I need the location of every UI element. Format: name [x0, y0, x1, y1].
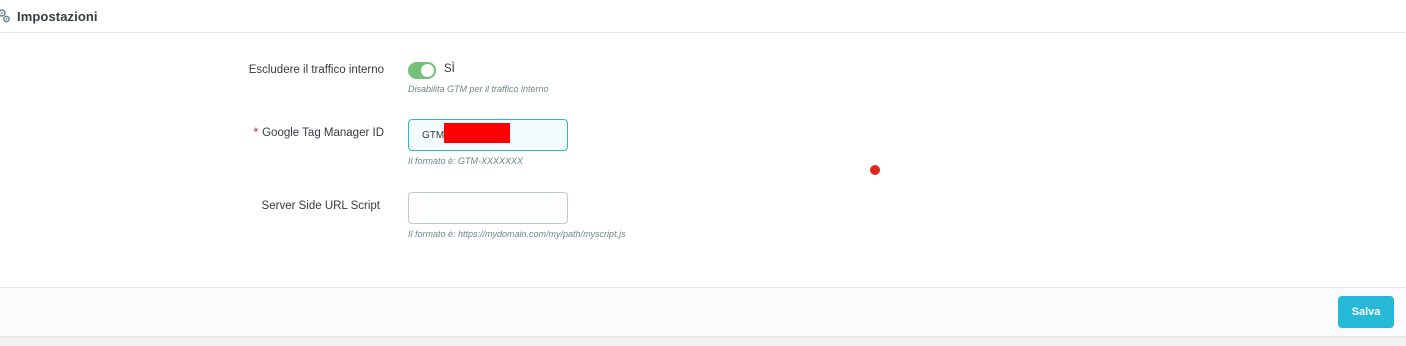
settings-panel: Impostazioni Escludere il traffico inter…: [0, 0, 1406, 336]
gtm-id-label-text: Google Tag Manager ID: [262, 127, 384, 139]
required-star: *: [253, 127, 259, 139]
exclude-internal-toggle-group: SÌ: [408, 62, 455, 84]
toggle-knob: [421, 64, 434, 77]
server-side-url-control: [408, 192, 568, 224]
exclude-internal-help: Disabilita GTM per il traffico interno: [408, 84, 549, 94]
panel-title: Impostazioni: [17, 8, 98, 24]
toggle-value-label: SÌ: [444, 63, 455, 75]
server-side-url-help: Il formato è: https://mydomain.com/my/pa…: [408, 229, 626, 239]
save-button[interactable]: Salva: [1338, 296, 1394, 328]
panel-heading: Impostazioni: [0, 0, 1406, 33]
exclude-internal-label: Escludere il traffico interno: [248, 64, 384, 76]
marker-dot: [870, 165, 880, 175]
server-side-url-label: Server Side URL Script: [261, 200, 380, 212]
panel-footer: Salva: [0, 287, 1406, 336]
gtm-id-help: Il formato è: GTM-XXXXXXX: [408, 156, 524, 166]
server-side-url-input[interactable]: [408, 192, 568, 224]
exclude-internal-toggle[interactable]: [408, 62, 436, 79]
gtm-id-control: [408, 119, 568, 151]
cogs-icon: [0, 8, 11, 24]
gtm-id-label: * Google Tag Manager ID: [254, 127, 384, 139]
redaction-box: [444, 123, 510, 143]
